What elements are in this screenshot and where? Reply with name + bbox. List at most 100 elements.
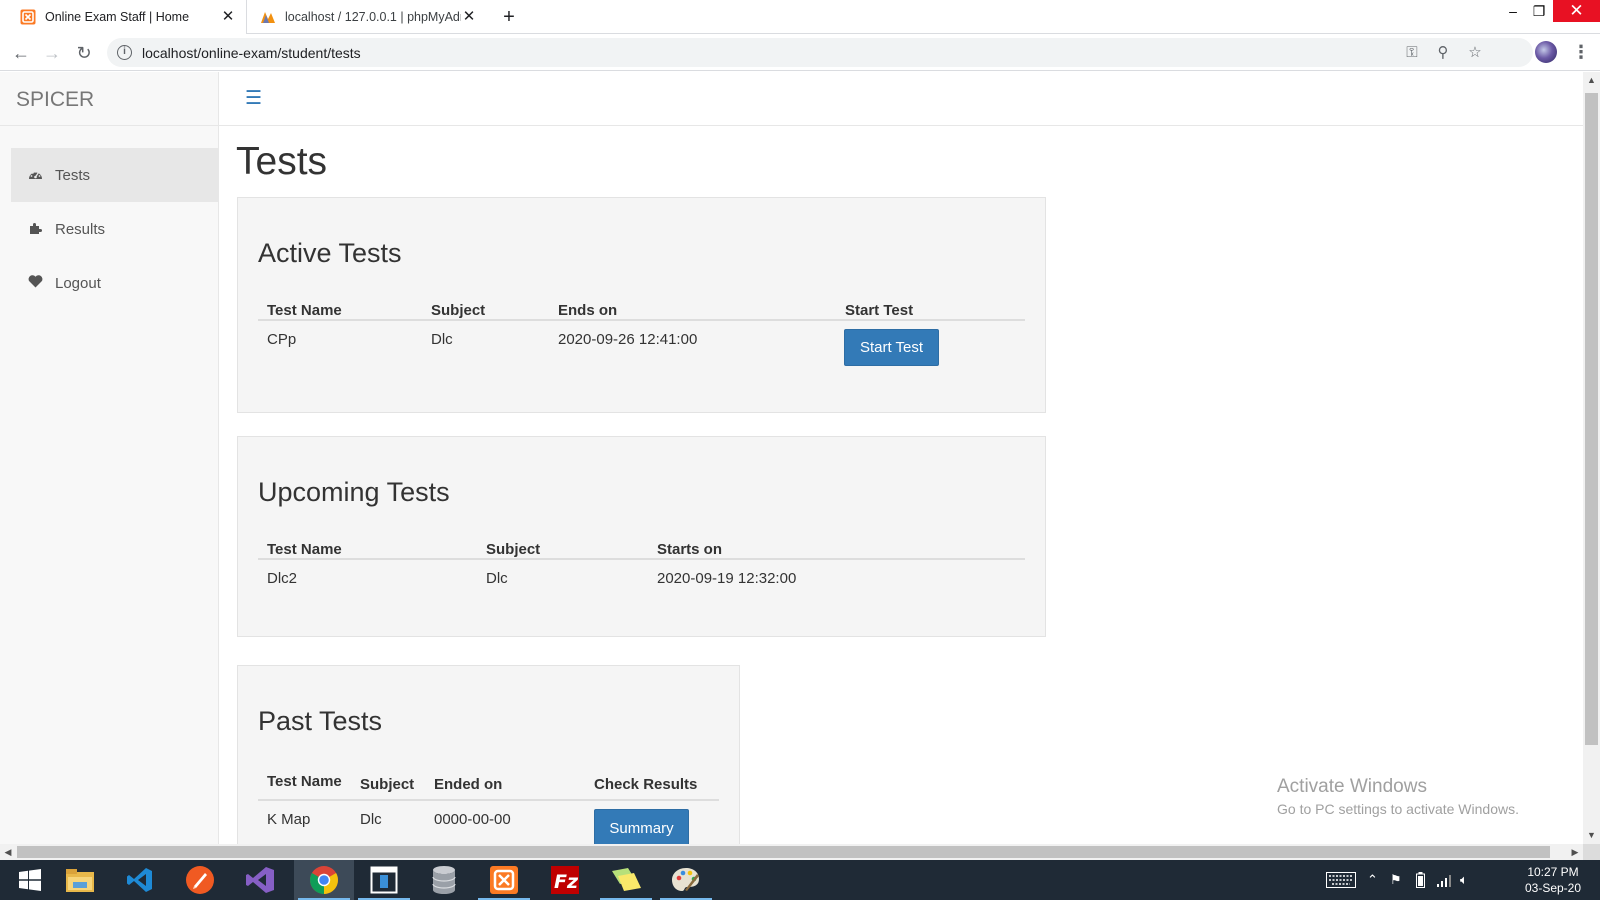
scroll-down-icon[interactable]: ▼ <box>1583 827 1600 844</box>
horizontal-scrollbar[interactable]: ◀ ▶ <box>0 844 1583 860</box>
start-test-button[interactable]: Start Test <box>844 329 939 366</box>
sidebar-item-logout[interactable]: Logout <box>11 256 218 310</box>
heart-icon <box>27 275 43 291</box>
restore-icon[interactable]: ❐ <box>1522 0 1556 34</box>
vertical-scrollbar[interactable]: ▲ ▼ <box>1583 72 1600 844</box>
watermark-subtitle: Go to PC settings to activate Windows. <box>1277 801 1519 817</box>
show-hidden-icons-icon[interactable]: ⌃ <box>1367 860 1378 900</box>
paint-icon[interactable] <box>656 860 716 900</box>
table-row: Dlc2 Dlc 2020-09-19 12:32:00 <box>258 559 1025 587</box>
back-icon[interactable]: ← <box>10 42 32 64</box>
cell-action: Summary <box>585 800 719 844</box>
filezilla-icon[interactable]: Fz <box>535 860 595 900</box>
reload-icon[interactable]: ↻ <box>73 42 95 64</box>
active-tests-card: Active Tests Test Name Subject Ends on S… <box>237 197 1046 413</box>
xampp-icon[interactable] <box>474 860 534 900</box>
database-icon[interactable] <box>414 860 474 900</box>
profile-avatar[interactable] <box>1535 41 1557 63</box>
zoom-icon[interactable]: ⚲ <box>1434 44 1452 62</box>
scroll-right-icon[interactable]: ▶ <box>1567 844 1583 860</box>
tab-title: localhost / 127.0.0.1 | phpMyAdmin <box>285 10 461 24</box>
browser-toolbar: ← → ↻ i localhost/online-exam/student/te… <box>0 34 1600 71</box>
cell-starts-on: 2020-09-19 12:32:00 <box>657 570 797 587</box>
clock-time: 10:27 PM <box>1527 865 1579 879</box>
table-row: CPp Dlc 2020-09-26 12:41:00 Start Test <box>258 320 1025 366</box>
volume-icon[interactable]: 🔈︎ <box>1460 860 1468 900</box>
watermark-title: Activate Windows <box>1277 776 1427 797</box>
top-navbar: ☰ <box>219 72 1583 126</box>
column-header: Subject <box>477 525 648 560</box>
column-header: Subject <box>422 286 549 321</box>
active-tests-table: Test Name Subject Ends on Start Test CPp… <box>258 286 1025 366</box>
cell-ends-on: 2020-09-26 12:41:00 <box>558 331 698 348</box>
upcoming-tests-card: Upcoming Tests Test Name Subject Starts … <box>237 436 1046 637</box>
activate-windows-watermark: Activate Windows Go to PC settings to ac… <box>1277 776 1519 817</box>
clock-date: 03-Sep-20 <box>1524 881 1582 895</box>
cell-test-name: CPp <box>267 331 297 348</box>
column-header: Subject <box>351 755 425 801</box>
info-icon[interactable]: i <box>117 45 132 60</box>
cell-test-name: Dlc2 <box>267 570 298 587</box>
sidebar-item-label: Tests <box>55 166 91 184</box>
bookmark-star-icon[interactable]: ☆ <box>1466 44 1484 62</box>
menu-kebab-icon[interactable]: ⋮ <box>1572 42 1590 64</box>
browser-tab-inactive[interactable]: localhost / 127.0.0.1 | phpMyAdmin ✕ <box>248 0 487 34</box>
browser-tab-active[interactable]: Online Exam Staff | Home ✕ <box>0 0 247 34</box>
column-header: Test Name <box>258 525 477 560</box>
sidebar-item-label: Results <box>55 220 106 238</box>
page-title: Tests <box>236 140 328 183</box>
system-clock[interactable]: 10:27 PM 03-Sep-20 <box>1510 864 1596 896</box>
page-viewport: SPICER Tests Results Logout ☰ Tests Acti… <box>0 72 1583 844</box>
key-icon[interactable]: ⚿ <box>1403 44 1421 62</box>
sidebar-item-label: Logout <box>55 274 101 292</box>
scroll-up-icon[interactable]: ▲ <box>1583 72 1600 89</box>
divider <box>0 125 219 126</box>
close-window-icon[interactable]: ✕ <box>1553 0 1600 22</box>
tab-title: Online Exam Staff | Home <box>45 10 190 24</box>
column-header: Ended on <box>425 755 585 801</box>
dashboard-icon <box>27 167 43 183</box>
svg-text:Fz: Fz <box>554 871 579 893</box>
cell-subject: Dlc <box>486 570 508 587</box>
keyboard-icon[interactable] <box>1326 860 1356 900</box>
vscode-icon[interactable] <box>110 860 170 900</box>
column-header: Start Test <box>836 286 1025 321</box>
brand-logo[interactable]: SPICER <box>16 88 94 112</box>
cell-test-name: K Map <box>267 811 311 828</box>
file-explorer-icon[interactable] <box>50 860 110 900</box>
column-header: Test Name <box>258 755 351 801</box>
new-tab-icon[interactable]: + <box>498 6 520 28</box>
scrollbar-thumb[interactable] <box>17 846 1550 858</box>
close-tab-icon[interactable]: ✕ <box>220 9 236 25</box>
address-bar[interactable]: i localhost/online-exam/student/tests ⚿ … <box>107 38 1533 67</box>
xampp-favicon-icon <box>20 9 36 25</box>
cell-ended-on: 0000-00-00 <box>434 811 511 828</box>
column-header: Ends on <box>549 286 836 321</box>
section-heading: Upcoming Tests <box>258 477 450 507</box>
close-tab-icon[interactable]: ✕ <box>461 9 477 25</box>
sticky-notes-icon[interactable] <box>596 860 656 900</box>
app-window-icon[interactable] <box>354 860 414 900</box>
upcoming-tests-table: Test Name Subject Starts on Dlc2 Dlc 202… <box>258 525 1025 587</box>
visual-studio-icon[interactable] <box>230 860 290 900</box>
column-header: Starts on <box>648 525 1025 560</box>
sidebar-item-tests[interactable]: Tests <box>11 148 218 202</box>
sublime-orange-icon[interactable] <box>170 860 230 900</box>
past-tests-table: Test Name Subject Ended on Check Results… <box>258 755 719 844</box>
main-content: Tests Active Tests Test Name Subject End… <box>219 126 1583 844</box>
url-text[interactable]: localhost/online-exam/student/tests <box>142 45 361 61</box>
network-signal-icon[interactable] <box>1436 860 1452 900</box>
chrome-icon[interactable] <box>294 860 354 900</box>
forward-icon[interactable]: → <box>41 42 63 64</box>
scrollbar-thumb[interactable] <box>1585 93 1598 745</box>
cell-action: Start Test <box>836 320 1025 366</box>
battery-icon[interactable] <box>1416 860 1425 900</box>
section-heading: Past Tests <box>258 706 383 736</box>
windows-taskbar: Fz ⌃ ⚑ 🔈︎ 10:27 PM 03-Sep-20 <box>0 860 1600 900</box>
scroll-left-icon[interactable]: ◀ <box>0 844 16 860</box>
sidebar-item-results[interactable]: Results <box>11 202 218 256</box>
summary-button[interactable]: Summary <box>594 809 689 844</box>
puzzle-icon <box>27 221 43 238</box>
hamburger-menu-icon[interactable]: ☰ <box>245 87 262 110</box>
action-flag-icon[interactable]: ⚑ <box>1390 860 1402 900</box>
